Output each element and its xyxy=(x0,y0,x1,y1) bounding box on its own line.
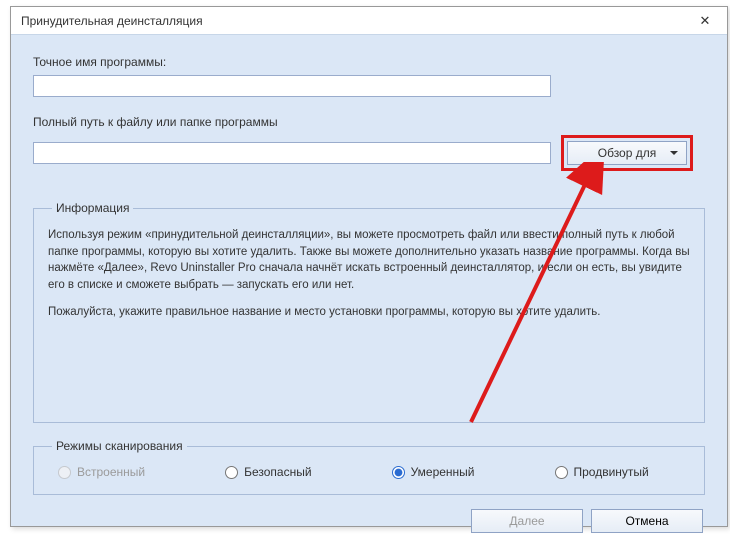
titlebar: Принудительная деинсталляция ✕ xyxy=(11,7,727,35)
info-legend: Информация xyxy=(52,201,133,215)
dialog-window: Принудительная деинсталляция ✕ Точное им… xyxy=(10,6,728,527)
radio-advanced-label: Продвинутый xyxy=(574,465,649,479)
cancel-button[interactable]: Отмена xyxy=(591,509,703,533)
info-group: Информация Используя режим «принудительн… xyxy=(33,201,705,423)
radio-advanced[interactable] xyxy=(555,466,568,479)
path-row: Обзор для xyxy=(33,135,705,171)
info-text-1: Используя режим «принудительной деинстал… xyxy=(48,227,690,294)
close-button[interactable]: ✕ xyxy=(689,10,721,32)
radio-builtin[interactable] xyxy=(58,466,71,479)
chevron-down-icon xyxy=(670,151,678,155)
scan-option-moderate[interactable]: Умеренный xyxy=(392,465,475,479)
browse-button[interactable]: Обзор для xyxy=(567,141,687,165)
window-title: Принудительная деинсталляция xyxy=(21,14,203,28)
radio-safe-label: Безопасный xyxy=(244,465,311,479)
scan-option-builtin[interactable]: Встроенный xyxy=(58,465,145,479)
scan-option-advanced[interactable]: Продвинутый xyxy=(555,465,649,479)
content-area: Точное имя программы: Полный путь к файл… xyxy=(11,35,727,547)
info-text-2: Пожалуйста, укажите правильное название … xyxy=(48,304,690,321)
scan-option-safe[interactable]: Безопасный xyxy=(225,465,311,479)
program-name-label: Точное имя программы: xyxy=(33,55,705,69)
browse-highlight: Обзор для xyxy=(561,135,693,171)
footer-buttons: Далее Отмена xyxy=(33,509,705,533)
close-icon: ✕ xyxy=(700,13,711,29)
scan-modes-group: Режимы сканирования Встроенный Безопасны… xyxy=(33,439,705,495)
next-button[interactable]: Далее xyxy=(471,509,583,533)
program-name-input[interactable] xyxy=(33,75,551,97)
browse-label: Обзор для xyxy=(598,146,657,160)
radio-safe[interactable] xyxy=(225,466,238,479)
scan-legend: Режимы сканирования xyxy=(52,439,187,453)
radio-builtin-label: Встроенный xyxy=(77,465,145,479)
scan-radio-row: Встроенный Безопасный Умеренный Продвину… xyxy=(48,463,690,479)
radio-moderate[interactable] xyxy=(392,466,405,479)
radio-moderate-label: Умеренный xyxy=(411,465,475,479)
program-path-label: Полный путь к файлу или папке программы xyxy=(33,115,705,129)
program-path-input[interactable] xyxy=(33,142,551,164)
